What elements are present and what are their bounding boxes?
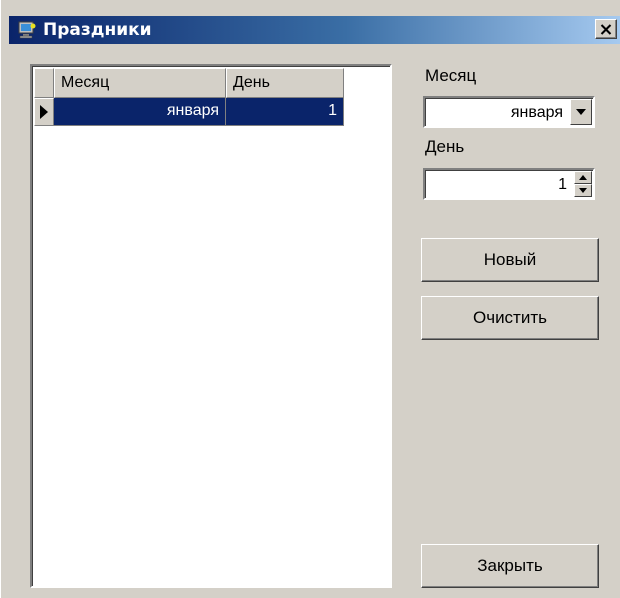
month-select[interactable]: января	[423, 96, 595, 128]
new-button[interactable]: Новый	[421, 238, 599, 282]
month-dropdown-button[interactable]	[570, 99, 592, 125]
cell-month[interactable]: января	[54, 98, 226, 126]
window-title: Праздники	[43, 20, 152, 40]
chevron-down-icon	[576, 109, 586, 115]
close-window-button[interactable]	[595, 19, 617, 39]
month-select-value: января	[510, 104, 563, 121]
month-label: Месяц	[425, 66, 477, 85]
day-decrement-button[interactable]	[574, 184, 592, 197]
grid-header: Месяц День	[34, 68, 344, 98]
day-spin-value: 1	[558, 176, 567, 193]
close-icon	[600, 23, 612, 35]
current-row-arrow-icon	[40, 105, 48, 119]
day-label: День	[425, 137, 465, 156]
day-spin-field[interactable]: 1	[423, 168, 595, 200]
row-indicator[interactable]	[34, 98, 54, 126]
clear-button[interactable]: Очистить	[421, 296, 599, 340]
day-stepper[interactable]	[574, 171, 592, 197]
app-computer-icon	[18, 21, 36, 39]
holidays-window: Праздники Месяц День января 1 Месяц янва…	[0, 0, 620, 598]
cell-day[interactable]: 1	[226, 98, 344, 126]
arrow-down-icon	[579, 188, 587, 193]
arrow-up-icon	[579, 175, 587, 180]
table-row[interactable]: января 1	[34, 98, 344, 126]
column-header-day[interactable]: День	[226, 68, 344, 98]
header-indicator-cell	[34, 68, 54, 98]
column-header-month[interactable]: Месяц	[54, 68, 226, 98]
title-bar[interactable]: Праздники	[9, 16, 620, 44]
close-button[interactable]: Закрыть	[421, 544, 599, 588]
holidays-grid[interactable]: Месяц День января 1	[30, 64, 392, 588]
day-increment-button[interactable]	[574, 171, 592, 184]
